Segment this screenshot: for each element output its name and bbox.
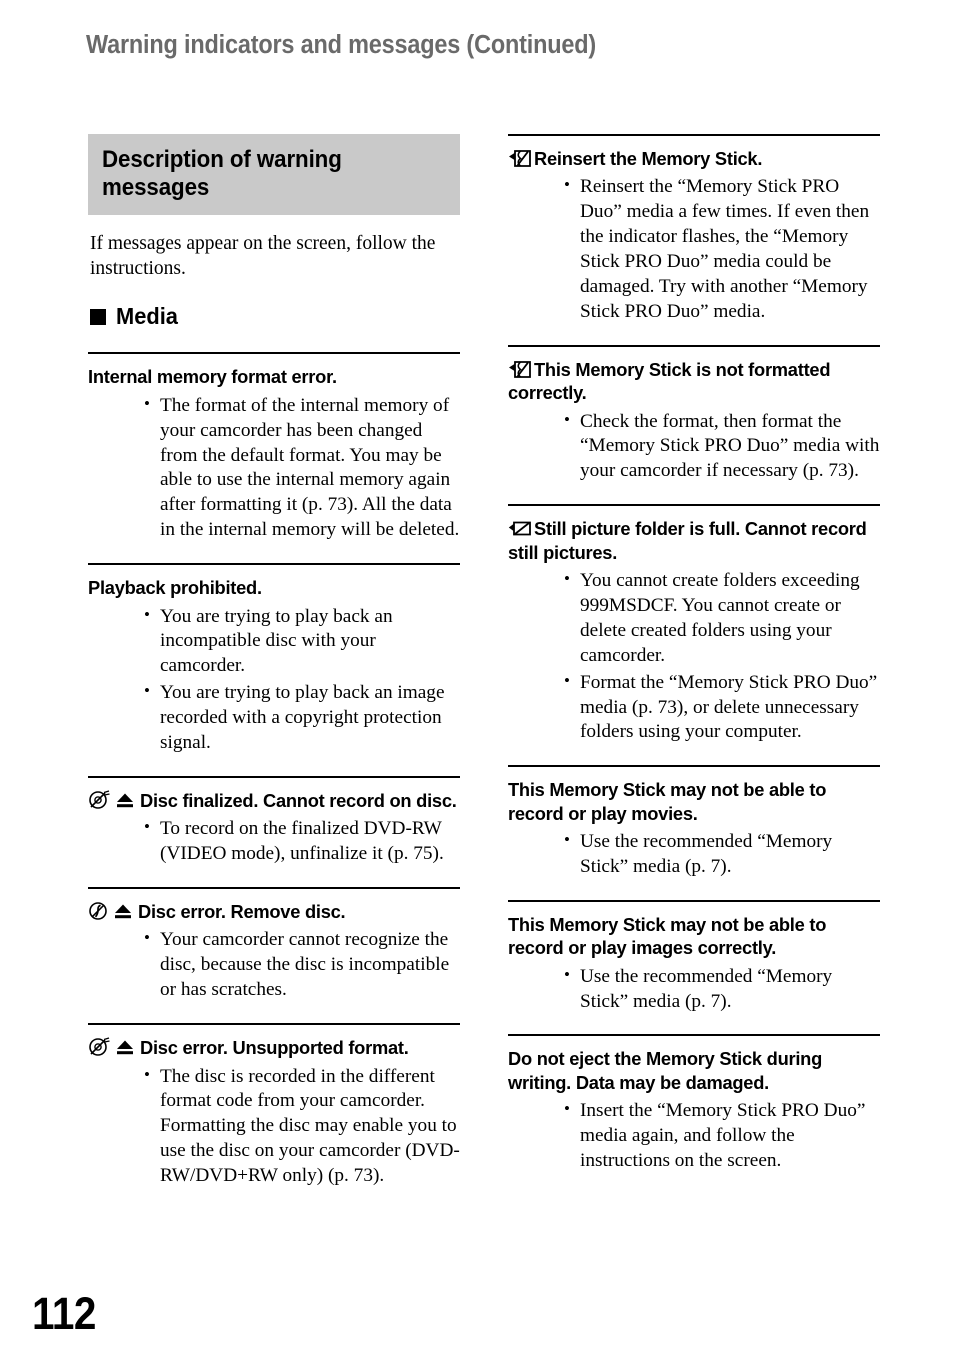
- left-column: Description of warning messages If messa…: [88, 134, 460, 1209]
- warning-message-title: Disc error. Unsupported format.: [88, 1036, 460, 1059]
- entry-divider: [508, 765, 880, 768]
- memory-stick-reinsert-icon: [508, 149, 532, 168]
- warning-message-title-text: Do not eject the Memory Stick during wri…: [508, 1048, 823, 1093]
- group-heading-label: Media: [116, 303, 178, 330]
- section-title-box: Description of warning messages: [88, 134, 460, 215]
- warning-message-entry: Do not eject the Memory Stick during wri…: [508, 1034, 880, 1173]
- bullet-item: Insert the “Memory Stick PRO Duo” media …: [564, 1098, 880, 1174]
- bullet-item: To record on the finalized DVD-RW (VIDEO…: [144, 816, 460, 867]
- bullet-item: You are trying to play back an incompati…: [144, 604, 460, 680]
- entry-divider: [88, 352, 460, 355]
- bullet-item: Format the “Memory Stick PRO Duo” media …: [564, 670, 880, 746]
- section-intro: If messages appear on the screen, follow…: [90, 232, 436, 279]
- warning-message-title-text: Reinsert the Memory Stick.: [534, 148, 763, 169]
- warning-message-entry: This Memory Stick may not be able to rec…: [508, 899, 880, 1015]
- bullet-item: Your camcorder cannot recognize the disc…: [144, 927, 460, 1003]
- running-head: Warning indicators and messages (Continu…: [86, 31, 597, 59]
- bullet-item: The format of the internal memory of you…: [144, 393, 460, 543]
- manual-page: Warning indicators and messages (Continu…: [0, 0, 954, 1357]
- warning-message-entry: Disc error. Unsupported format. The disc …: [88, 1023, 460, 1189]
- bullet-item: You are trying to play back an image rec…: [144, 680, 460, 756]
- disc-prohibited-icon: [88, 1037, 110, 1057]
- warning-message-title: Do not eject the Memory Stick during wri…: [508, 1047, 880, 1094]
- warning-message-title-text: Disc finalized. Cannot record on disc.: [140, 789, 457, 811]
- entry-divider: [508, 1034, 880, 1037]
- warning-message-title-text: This Memory Stick is not formatted corre…: [508, 358, 831, 404]
- bullet-item: You cannot create folders exceeding 999M…: [564, 568, 880, 669]
- disc-flashing-icon: [88, 901, 108, 921]
- entry-divider: [88, 887, 460, 890]
- warning-message-title-text: This Memory Stick may not be able to rec…: [508, 913, 827, 959]
- warning-message-title-text: This Memory Stick may not be able to rec…: [508, 779, 827, 824]
- entry-divider: [508, 899, 880, 902]
- bullet-item: Use the recommended “Memory Stick” media…: [564, 964, 880, 1015]
- warning-message-bullets: Insert the “Memory Stick PRO Duo” media …: [508, 1098, 880, 1174]
- warning-message-title: Reinsert the Memory Stick.: [508, 147, 880, 170]
- warning-message-title: Disc finalized. Cannot record on disc.: [88, 789, 460, 812]
- eject-icon: [115, 791, 135, 810]
- warning-message-bullets: Reinsert the “Memory Stick PRO Duo” medi…: [508, 174, 880, 324]
- warning-message-entry: Disc finalized. Cannot record on disc. To…: [88, 775, 460, 867]
- entry-divider: [508, 134, 880, 136]
- warning-message-title-text: Still picture folder is full. Cannot rec…: [508, 518, 867, 563]
- bullet-item: The disc is recorded in the different fo…: [144, 1064, 460, 1189]
- warning-message-bullets: Use the recommended “Memory Stick” media…: [508, 964, 880, 1015]
- right-entry-list: Reinsert the Memory Stick. Reinsert the “…: [508, 134, 880, 1174]
- warning-message-entry: Internal memory format error. The format …: [88, 352, 460, 543]
- bullet-item: Use the recommended “Memory Stick” media…: [564, 829, 880, 880]
- memory-stick-reinsert-icon: [508, 360, 532, 379]
- warning-message-bullets: To record on the finalized DVD-RW (VIDEO…: [88, 816, 460, 867]
- page-number: 112: [32, 1288, 96, 1339]
- warning-message-title: Disc error. Remove disc.: [88, 900, 460, 923]
- warning-message-bullets: You are trying to play back an incompati…: [88, 604, 460, 756]
- bullet-item: Check the format, then format the “Memor…: [564, 409, 880, 485]
- warning-message-title: This Memory Stick may not be able to rec…: [508, 913, 880, 960]
- left-entry-list: Internal memory format error. The format …: [88, 352, 460, 1189]
- warning-message-entry: Disc error. Remove disc. Your camcorder c…: [88, 887, 460, 1003]
- bullet-item: Reinsert the “Memory Stick PRO Duo” medi…: [564, 174, 880, 324]
- warning-message-bullets: The disc is recorded in the different fo…: [88, 1064, 460, 1189]
- entry-divider: [88, 1023, 460, 1026]
- group-heading-media: Media: [90, 303, 460, 330]
- warning-message-bullets: You cannot create folders exceeding 999M…: [508, 568, 880, 746]
- warning-message-title-text: Internal memory format error.: [88, 366, 337, 388]
- disc-prohibited-icon: [88, 790, 110, 810]
- warning-message-bullets: Use the recommended “Memory Stick” media…: [508, 829, 880, 880]
- warning-message-bullets: Check the format, then format the “Memor…: [508, 409, 880, 485]
- eject-icon: [115, 1038, 135, 1057]
- entry-divider: [88, 563, 460, 566]
- warning-message-bullets: Your camcorder cannot recognize the disc…: [88, 927, 460, 1003]
- warning-message-entry: This Memory Stick is not formatted corre…: [508, 344, 880, 485]
- eject-icon: [113, 902, 133, 921]
- warning-message-title-text: Disc error. Unsupported format.: [140, 1037, 409, 1059]
- warning-message-entry: This Memory Stick may not be able to rec…: [508, 765, 880, 880]
- filled-square-icon: [90, 308, 106, 325]
- right-column: Reinsert the Memory Stick. Reinsert the “…: [508, 134, 880, 1194]
- warning-message-entry: Reinsert the Memory Stick. Reinsert the “…: [508, 134, 880, 325]
- still-picture-folder-full-icon: [508, 519, 532, 538]
- entry-divider: [508, 504, 880, 507]
- warning-message-entry: Still picture folder is full. Cannot rec…: [508, 504, 880, 745]
- warning-message-title: This Memory Stick is not formatted corre…: [508, 358, 880, 405]
- section-title: Description of warning messages: [102, 146, 342, 201]
- warning-message-entry: Playback prohibited. You are trying to pl…: [88, 563, 460, 756]
- warning-message-title: Playback prohibited.: [88, 576, 460, 599]
- warning-message-title-text: Playback prohibited.: [88, 577, 262, 599]
- entry-divider: [88, 775, 460, 778]
- warning-message-title-text: Disc error. Remove disc.: [138, 901, 346, 923]
- warning-message-title: This Memory Stick may not be able to rec…: [508, 778, 880, 825]
- warning-message-bullets: The format of the internal memory of you…: [88, 393, 460, 543]
- entry-divider: [508, 344, 880, 347]
- warning-message-title: Internal memory format error.: [88, 365, 460, 388]
- warning-message-title: Still picture folder is full. Cannot rec…: [508, 517, 880, 564]
